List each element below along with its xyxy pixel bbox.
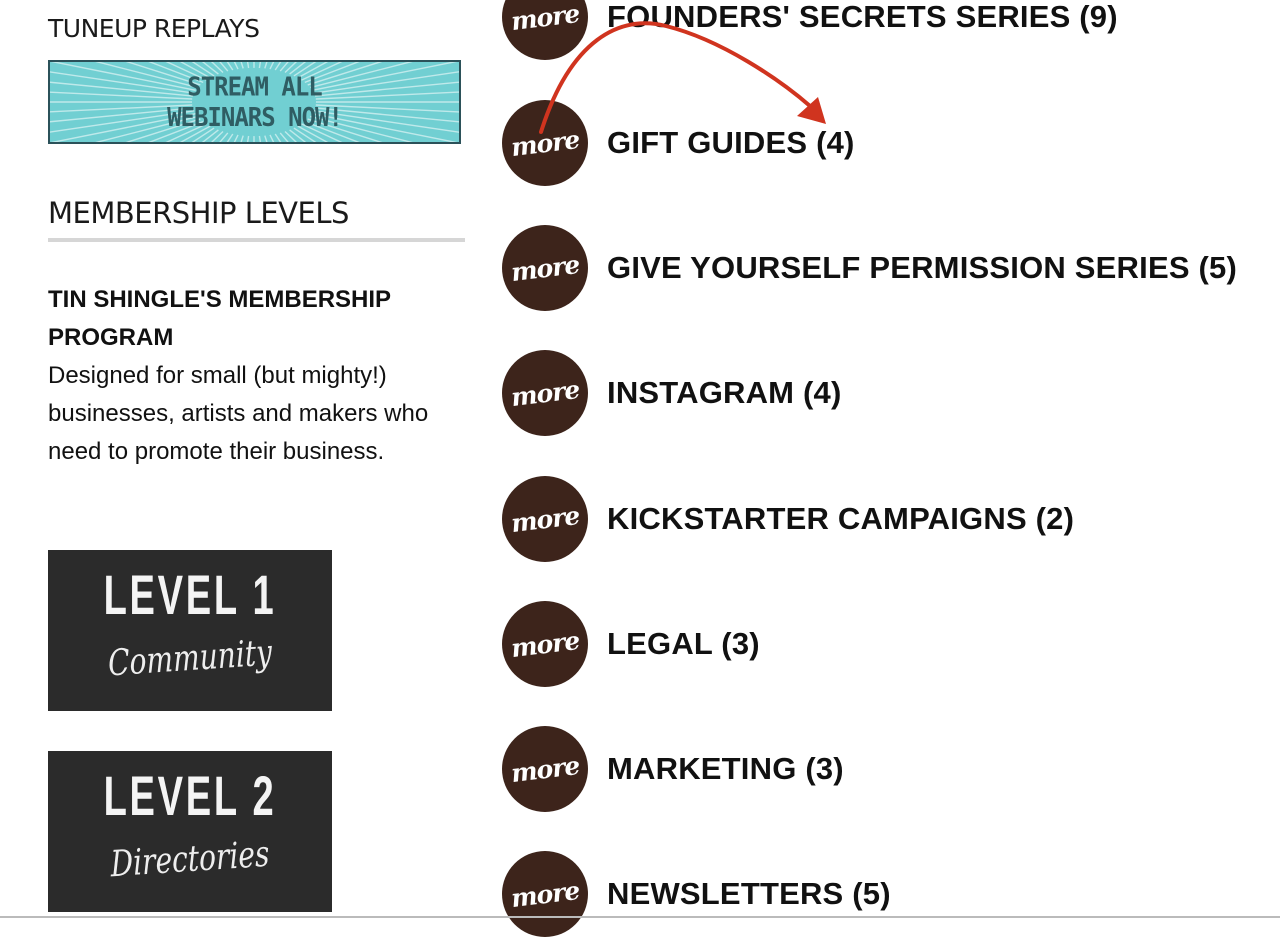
more-badge-icon[interactable]: more [502,0,588,60]
banner-ray [240,62,244,69]
stream-banner-text: STREAM ALL WEBINARS NOW! [167,71,343,133]
stream-banner-line2: WEBINARS NOW! [167,102,343,133]
stream-webinars-banner[interactable]: STREAM ALL WEBINARS NOW! [48,60,461,144]
more-badge-icon[interactable]: more [502,225,588,311]
category-item-instagram[interactable]: more INSTAGRAM (4) [502,350,842,436]
banner-ray [258,135,262,142]
category-label[interactable]: GIFT GUIDES (4) [607,125,855,161]
category-label[interactable]: KICKSTARTER CAMPAIGNS (2) [607,501,1074,537]
banner-ray [258,62,262,69]
membership-levels-title: MEMBERSHIP LEVELS [48,196,349,230]
banner-ray [246,62,250,69]
banner-ray [219,62,229,72]
more-badge-icon[interactable]: more [502,476,588,562]
category-label[interactable]: MARKETING (3) [607,751,844,787]
more-badge-text: more [509,0,581,36]
category-item-newsletters[interactable]: more NEWSLETTERS (5) [502,851,891,937]
category-item-marketing[interactable]: more MARKETING (3) [502,726,844,812]
category-label[interactable]: NEWSLETTERS (5) [607,876,891,912]
more-badge-icon[interactable]: more [502,100,588,186]
level-subtitle: Community [107,632,273,685]
category-label[interactable]: LEGAL (3) [607,626,760,662]
more-badge-text: more [509,750,581,788]
category-item-give-yourself-permission[interactable]: more GIVE YOURSELF PERMISSION SERIES (5) [502,225,1237,311]
category-label[interactable]: INSTAGRAM (4) [607,375,842,411]
more-badge-text: more [509,625,581,663]
category-item-founders-secrets[interactable]: more FOUNDERS' SECRETS SERIES (9) [502,0,1118,60]
tuneup-replays-title: TUNEUP REPLAYS [48,14,260,43]
more-badge-icon[interactable]: more [502,726,588,812]
membership-program-title: TIN SHINGLE'S MEMBERSHIP PROGRAM [48,286,391,351]
more-badge-icon[interactable]: more [502,350,588,436]
level-1-community-card[interactable]: LEVEL 1 Community [48,550,332,711]
banner-ray [240,135,244,142]
banner-ray [279,62,289,72]
level-2-directories-card[interactable]: LEVEL 2 Directories [48,751,332,912]
more-badge-text: more [509,124,581,162]
category-item-gift-guides[interactable]: more GIFT GUIDES (4) [502,100,855,186]
banner-ray [264,62,268,69]
level-heading: LEVEL 2 [103,764,277,827]
membership-program-description: Designed for small (but mighty!) busines… [48,362,429,465]
more-badge-icon[interactable]: more [502,601,588,687]
stream-banner-line1: STREAM ALL [187,71,322,102]
section-divider [48,238,465,242]
more-badge-text: more [509,374,581,412]
banner-ray [279,132,289,142]
category-label[interactable]: FOUNDERS' SECRETS SERIES (9) [607,0,1118,35]
category-label[interactable]: GIVE YOURSELF PERMISSION SERIES (5) [607,250,1237,286]
level-heading: LEVEL 1 [103,563,277,626]
more-badge-text: more [509,875,581,913]
more-badge-icon[interactable]: more [502,851,588,937]
banner-ray [219,132,229,142]
level-subtitle: Directories [109,833,271,886]
banner-ray [264,135,268,142]
more-badge-text: more [509,500,581,538]
banner-ray [246,135,250,142]
more-badge-text: more [509,249,581,287]
category-item-legal[interactable]: more LEGAL (3) [502,601,760,687]
category-item-kickstarter-campaigns[interactable]: more KICKSTARTER CAMPAIGNS (2) [502,476,1074,562]
